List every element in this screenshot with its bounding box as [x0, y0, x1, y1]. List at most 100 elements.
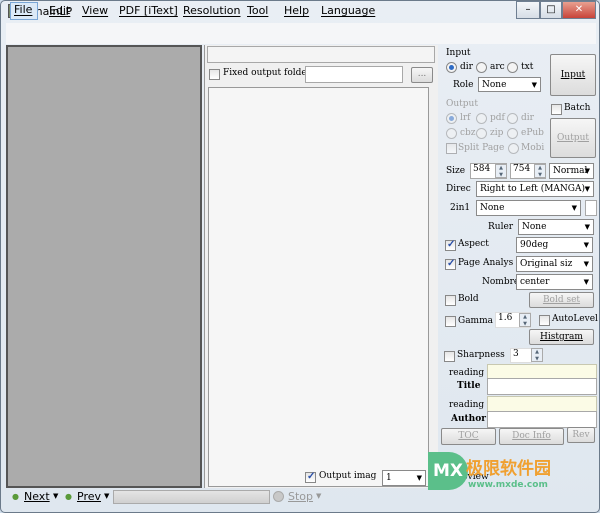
menu-pdf[interactable]: PDF [iText]: [114, 2, 183, 20]
menu-tool[interactable]: Tool: [242, 2, 273, 20]
bold-label: Bold: [458, 294, 479, 304]
progress-bar: [113, 490, 270, 504]
gamma-spinner[interactable]: ▲ ▼: [519, 313, 531, 327]
radio-pdf-label: pdf: [490, 113, 505, 123]
sharpness-spinner[interactable]: ▲ ▼: [531, 348, 543, 362]
watermark-text: 极限软件园: [466, 459, 551, 479]
output-group-label: Output: [446, 99, 478, 109]
radio-epub[interactable]: [507, 128, 518, 139]
next-dropdown-icon[interactable]: ▼: [53, 492, 58, 500]
page-preview-pane[interactable]: [6, 45, 202, 488]
histgram-button[interactable]: Histgram: [529, 329, 594, 345]
chevron-down-icon: ▼: [571, 204, 577, 212]
sharpness-field[interactable]: 3: [510, 348, 532, 363]
nombre-select[interactable]: center ▼: [516, 274, 593, 290]
menu-resolution[interactable]: Resolution: [178, 2, 245, 20]
menu-edit[interactable]: Edit: [44, 2, 75, 20]
radio-epub-label: ePub: [521, 128, 544, 138]
doc-info-button[interactable]: Doc Info: [499, 428, 564, 445]
stop-button[interactable]: Stop: [288, 490, 313, 503]
batch-checkbox[interactable]: [551, 104, 562, 115]
ruler-label: Ruler: [488, 222, 514, 232]
prev-dropdown-icon[interactable]: ▼: [104, 492, 109, 500]
radio-cbz[interactable]: [446, 128, 457, 139]
twoin1-extra-field[interactable]: [585, 200, 597, 216]
menu-view[interactable]: View: [77, 2, 113, 20]
path-field[interactable]: [207, 46, 435, 63]
stop-dropdown-icon[interactable]: ▼: [316, 492, 321, 500]
author-reading-label: reading: [449, 400, 485, 410]
split-page-checkbox[interactable]: [446, 143, 457, 154]
output-image-select[interactable]: 1 ▼: [382, 470, 426, 486]
twoin1-value: None: [480, 203, 505, 213]
width-spinner[interactable]: ▲ ▼: [495, 164, 507, 178]
quality-select[interactable]: Normal ▼: [549, 163, 594, 179]
radio-dir-out-label: dir: [521, 113, 534, 123]
bold-checkbox[interactable]: [445, 295, 456, 306]
radio-lrf[interactable]: [446, 113, 457, 124]
input-button[interactable]: Input: [550, 54, 596, 96]
browse-button[interactable]: ...: [411, 67, 433, 83]
page-analysis-label: Page Analys: [458, 258, 514, 268]
ruler-value: None: [522, 222, 547, 232]
radio-zip[interactable]: [476, 128, 487, 139]
file-list[interactable]: [208, 87, 429, 487]
twoin1-label: 2in1: [450, 203, 471, 213]
next-button[interactable]: Next: [24, 490, 50, 503]
bold-set-button[interactable]: Bold set: [529, 292, 594, 308]
chevron-down-icon: ▼: [531, 81, 537, 89]
output-image-checkbox[interactable]: [305, 471, 316, 483]
autolevel-label: AutoLevel: [552, 314, 598, 324]
radio-arc[interactable]: [476, 62, 487, 73]
role-value: None: [482, 80, 507, 90]
author-field[interactable]: [487, 411, 597, 428]
radio-txt[interactable]: [507, 62, 518, 73]
fixed-output-checkbox[interactable]: [209, 69, 220, 80]
height-spinner[interactable]: ▲ ▼: [534, 164, 546, 178]
watermark-mx: MX: [428, 452, 468, 490]
radio-pdf[interactable]: [476, 113, 487, 124]
radio-arc-label: arc: [490, 62, 505, 72]
gamma-label: Gamma: [458, 316, 493, 326]
role-select[interactable]: None ▼: [478, 77, 541, 92]
output-button[interactable]: Output: [550, 118, 596, 158]
watermark-url: www.mxde.com: [468, 480, 548, 490]
radio-zip-label: zip: [490, 128, 504, 138]
fixed-output-label: Fixed output folde: [223, 68, 307, 78]
radio-dir[interactable]: [446, 62, 457, 73]
stop-icon: [273, 491, 284, 502]
next-icon: ●: [12, 492, 19, 501]
prev-icon: ●: [65, 492, 72, 501]
aspect-select[interactable]: 90deg ▼: [516, 237, 593, 253]
author-reading-field[interactable]: [487, 396, 597, 412]
menu-language[interactable]: Language: [316, 2, 380, 20]
radio-dir-out[interactable]: [507, 113, 518, 124]
twoin1-select[interactable]: None ▼: [476, 200, 581, 216]
role-label: Role: [453, 80, 474, 90]
radio-cbz-label: cbz: [460, 128, 476, 138]
chevron-down-icon: ▼: [584, 167, 590, 175]
toc-button[interactable]: TOC: [441, 428, 496, 445]
ruler-select[interactable]: None ▼: [518, 219, 594, 235]
title-reading-label: reading: [449, 368, 485, 378]
menu-file[interactable]: File: [10, 2, 39, 20]
maximize-button[interactable]: □: [540, 1, 562, 19]
autolevel-checkbox[interactable]: [539, 315, 550, 326]
chevron-down-icon: ▼: [583, 241, 589, 249]
menu-help[interactable]: Help: [279, 2, 314, 20]
gamma-checkbox[interactable]: [445, 316, 456, 327]
page-analysis-checkbox[interactable]: [445, 258, 456, 270]
page-analysis-select[interactable]: Original siz ▼: [516, 256, 593, 272]
direction-select[interactable]: Right to Left (MANGA) ▼: [476, 181, 594, 197]
fixed-output-field[interactable]: [305, 66, 403, 83]
close-button[interactable]: ✕: [562, 1, 596, 19]
aspect-checkbox[interactable]: [445, 239, 456, 251]
radio-dir-label: dir: [460, 62, 473, 72]
output-image-label: Output imag: [319, 471, 377, 481]
minimize-button[interactable]: –: [516, 1, 540, 19]
rev-button[interactable]: Rev: [567, 427, 595, 443]
prev-button[interactable]: Prev: [77, 490, 101, 503]
sharpness-checkbox[interactable]: [444, 351, 455, 362]
title-field[interactable]: [487, 378, 597, 395]
radio-mobi[interactable]: [508, 143, 519, 154]
